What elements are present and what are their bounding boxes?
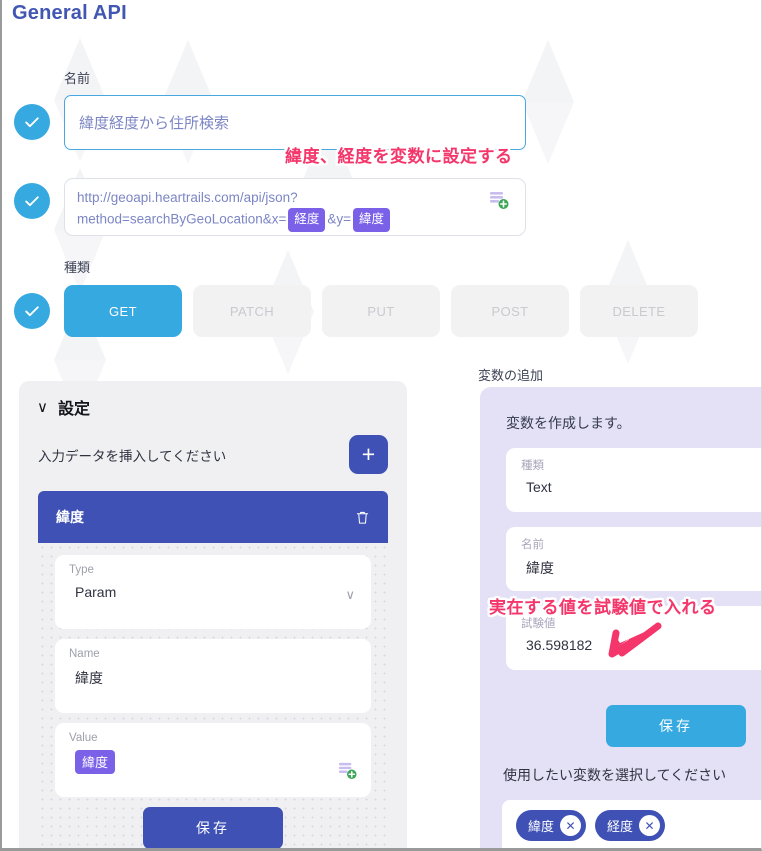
name-field[interactable]: Name 緯度	[55, 639, 371, 713]
input-data-card-title: 緯度	[56, 509, 84, 525]
step-check-url	[14, 183, 50, 219]
url-line-1: http://geoapi.heartrails.com/api/json?	[77, 190, 298, 205]
value-field-caption: Value	[69, 732, 98, 744]
annotation-test-value: 実在する値を試験値で入れる	[489, 598, 717, 617]
variable-name-value: 緯度	[526, 560, 554, 576]
name-field-caption: Name	[69, 648, 100, 660]
variable-chip-label: 経度	[607, 819, 634, 834]
method-button-patch[interactable]: PATCH	[193, 285, 311, 337]
insert-data-label: 入力データを挿入してください	[38, 448, 227, 464]
trash-icon[interactable]	[355, 510, 370, 525]
variable-chip-latitude[interactable]: 緯度 ✕	[516, 810, 587, 841]
add-variable-label: 変数の追加	[478, 368, 544, 383]
input-data-card-body: Type Param ∨ Name 緯度 Value 緯度 保存	[38, 543, 388, 848]
variable-chip-label: 緯度	[528, 819, 555, 834]
value-field-variable-chip[interactable]: 緯度	[75, 750, 116, 774]
annotation-arrow-icon	[598, 622, 662, 669]
chevron-down-icon[interactable]: ∨	[37, 398, 48, 416]
url-variable-chip-y[interactable]: 緯度	[353, 208, 391, 232]
url-mid: &y=	[327, 211, 352, 227]
variable-chip-list: 緯度 ✕ 経度 ✕	[502, 800, 761, 848]
variable-name-field[interactable]: 名前 緯度	[506, 527, 761, 591]
insert-variable-icon[interactable]	[338, 761, 357, 780]
check-icon	[25, 117, 39, 128]
close-icon[interactable]: ✕	[560, 815, 582, 836]
url-prefix: method=searchByGeoLocation&x=	[77, 211, 287, 227]
type-field-value: Param	[75, 584, 117, 600]
variable-type-field[interactable]: 種類 Text	[506, 448, 761, 512]
select-variable-hint: 使用したい変数を選択してください	[503, 767, 727, 783]
variable-chip-longitude[interactable]: 経度 ✕	[595, 810, 666, 841]
add-data-button[interactable]: +	[349, 435, 388, 474]
variable-type-value: Text	[526, 479, 552, 495]
name-field-value: 緯度	[75, 670, 103, 686]
variable-name-caption: 名前	[521, 539, 544, 551]
input-data-card: 緯度 Type Param ∨ Name 緯度 Value 緯度 保存	[38, 491, 388, 848]
url-variable-chip-x[interactable]: 経度	[288, 208, 326, 232]
insert-data-row: 入力データを挿入してください +	[19, 419, 407, 474]
method-button-group: GET PATCH PUT POST DELETE	[64, 285, 698, 337]
type-field-caption: Type	[69, 564, 94, 576]
settings-panel: ∨ 設定 入力データを挿入してください + 緯度 Type Param ∨ Na…	[19, 381, 407, 848]
method-button-get[interactable]: GET	[64, 285, 182, 337]
method-button-put[interactable]: PUT	[322, 285, 440, 337]
method-button-delete[interactable]: DELETE	[580, 285, 698, 337]
card-save-button[interactable]: 保存	[143, 807, 283, 848]
settings-panel-title: 設定	[57, 401, 90, 418]
insert-variable-icon[interactable]	[489, 190, 509, 210]
variable-type-caption: 種類	[521, 460, 544, 472]
value-field[interactable]: Value 緯度	[55, 723, 371, 797]
settings-panel-header[interactable]: ∨ 設定	[19, 381, 407, 419]
variable-save-button[interactable]: 保存	[606, 705, 746, 747]
method-button-post[interactable]: POST	[451, 285, 569, 337]
close-icon[interactable]: ✕	[639, 815, 661, 836]
page-title: General API	[12, 2, 127, 24]
name-input-value: 緯度経度から住所検索	[79, 115, 230, 132]
annotation-set-variables: 緯度、経度を変数に設定する	[285, 147, 513, 166]
url-input[interactable]: http://geoapi.heartrails.com/api/json? m…	[64, 178, 526, 236]
type-select[interactable]: Type Param ∨	[55, 555, 371, 629]
chevron-down-icon[interactable]: ∨	[345, 587, 355, 603]
check-icon	[25, 196, 39, 207]
step-check-method	[14, 293, 50, 329]
name-label: 名前	[64, 71, 91, 86]
input-data-card-header: 緯度	[38, 491, 388, 543]
step-check-name	[14, 104, 50, 140]
variable-panel-title: 変数を作成します。	[506, 415, 631, 431]
type-label: 種類	[64, 260, 91, 275]
check-icon	[25, 306, 39, 317]
url-line-2: method=searchByGeoLocation&x= 経度 &y= 緯度	[77, 208, 513, 232]
